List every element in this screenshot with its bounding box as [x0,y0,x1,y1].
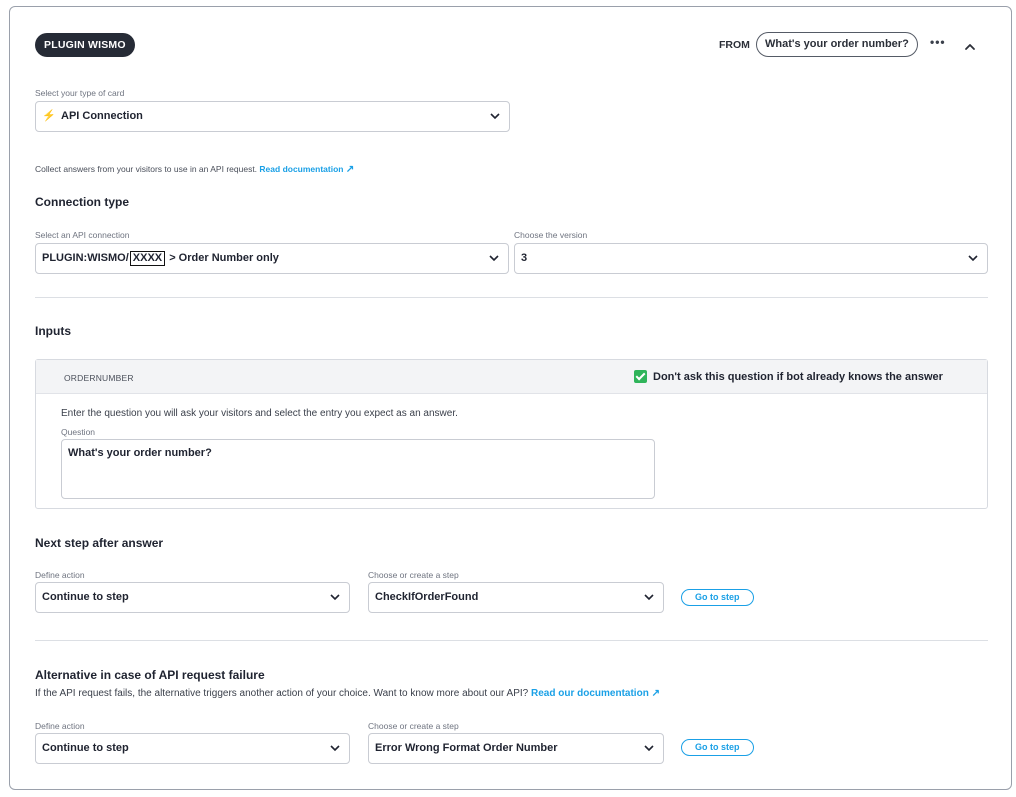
fallback-title: Alternative in case of API request failu… [35,668,265,682]
helper-text: Collect answers from your visitors to us… [35,164,258,174]
connection-type-title: Connection type [35,195,130,209]
fallback-action-value: Continue to step [42,742,129,754]
read-our-documentation-link[interactable]: Read our documentation [531,688,649,699]
api-suffix: > Order Number only [169,252,279,264]
api-card: PLUGIN WISMO FROM What's your order numb… [9,6,1012,790]
define-action-select[interactable]: Continue to step [35,582,350,613]
chevron-down-icon [330,745,340,752]
api-connection-select[interactable]: PLUGIN:WISMO/XXXX > Order Number only [35,243,509,274]
fallback-go-to-step-button[interactable]: Go to step [681,739,754,756]
fallback-step-label: Choose or create a step [368,721,459,731]
api-masked-id: XXXX [129,251,166,266]
chevron-down-icon [330,594,340,601]
input-parameter-box: ORDERNUMBER Don't ask this question if b… [35,359,988,509]
fallback-action-select[interactable]: Continue to step [35,733,350,764]
fallback-description: If the API request fails, the alternativ… [35,688,660,699]
chevron-down-icon [968,255,978,262]
inputs-instruction: Enter the question you will ask your vis… [61,408,458,419]
question-textarea[interactable]: What's your order number? [61,439,655,499]
card-type-helper: Collect answers from your visitors to us… [35,164,354,175]
divider [35,297,988,298]
from-step-pill[interactable]: What's your order number? [756,32,918,57]
chevron-down-icon [489,255,499,262]
choose-step-label: Choose or create a step [368,570,459,580]
api-connection-label: Select an API connection [35,230,130,240]
choose-step-value: CheckIfOrderFound [375,591,479,603]
read-documentation-link[interactable]: Read documentation [259,164,343,174]
skip-question-checkbox[interactable] [634,370,647,383]
from-label: FROM [719,39,750,51]
define-action-value: Continue to step [42,591,129,603]
divider [35,640,988,641]
api-prefix: PLUGIN:WISMO/ [42,252,129,264]
chevron-up-icon[interactable] [963,40,977,54]
external-arrow-icon: ↗ [345,164,355,175]
chevron-down-icon [490,113,500,120]
fallback-action-label: Define action [35,721,85,731]
inputs-title: Inputs [35,324,71,338]
chevron-down-icon [644,594,654,601]
skip-question-toggle[interactable]: Don't ask this question if bot already k… [634,370,943,383]
external-arrow-icon: ↗ [651,688,660,699]
skip-question-label: Don't ask this question if bot already k… [653,370,943,383]
more-horizontal-icon[interactable]: ••• [930,35,946,49]
fallback-desc-text: If the API request fails, the alternativ… [35,688,529,699]
version-select[interactable]: 3 [514,243,988,274]
choose-step-select[interactable]: CheckIfOrderFound [368,582,664,613]
card-type-select[interactable]: ⚡ API Connection [35,101,510,132]
chevron-down-icon [644,745,654,752]
card-type-value: API Connection [61,110,143,122]
define-action-label: Define action [35,570,85,580]
bolt-icon: ⚡ [42,110,56,122]
parameter-name: ORDERNUMBER [64,373,134,383]
go-to-step-button[interactable]: Go to step [681,589,754,606]
fallback-step-select[interactable]: Error Wrong Format Order Number [368,733,664,764]
question-label: Question [61,427,96,437]
plugin-badge: PLUGIN WISMO [35,33,135,57]
input-parameter-header: ORDERNUMBER Don't ask this question if b… [36,360,987,394]
next-step-title: Next step after answer [35,536,164,550]
version-label: Choose the version [514,230,588,240]
version-value: 3 [521,252,528,264]
card-type-label: Select your type of card [35,88,125,98]
fallback-step-value: Error Wrong Format Order Number [375,742,558,754]
